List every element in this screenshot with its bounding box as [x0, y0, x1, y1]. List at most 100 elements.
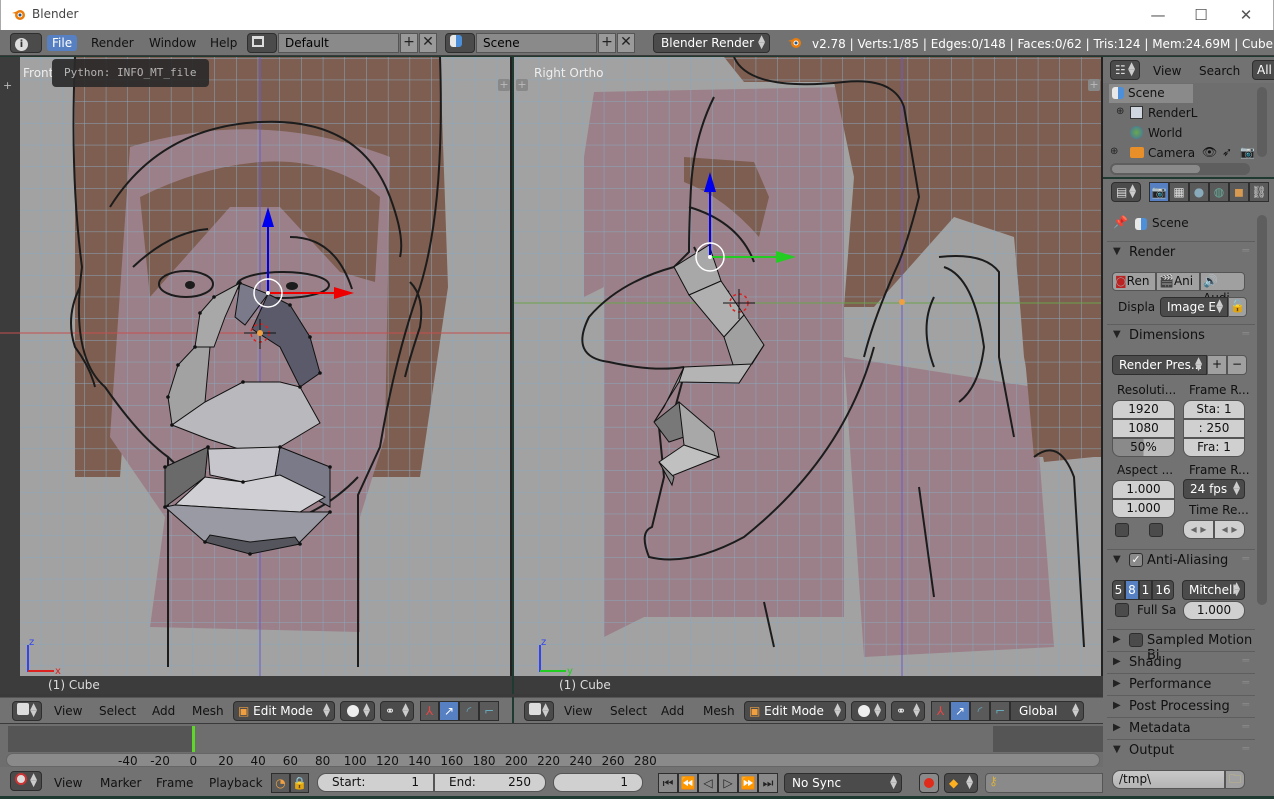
display-mode-dropdown[interactable]: Image E ▲ ▼ [1160, 297, 1228, 317]
panel-render-header[interactable]: ▼ Render ═ [1107, 241, 1255, 263]
resolution-y-field[interactable]: 1080 [1112, 419, 1175, 438]
add-preset-button[interactable]: + [1207, 355, 1227, 375]
outliner-row-scene[interactable]: Scene [1109, 84, 1193, 103]
scene-field[interactable]: Scene [476, 33, 597, 53]
mode-dropdown[interactable]: ▣ Edit Mode ▲ ▼ [233, 701, 335, 721]
editor-type-button[interactable]: ▲ ▼ [12, 701, 42, 721]
editor-type-button[interactable]: ▤ ▲ ▼ [1111, 182, 1141, 202]
jump-end-button[interactable]: ⏭ [758, 773, 778, 793]
keying-set-field[interactable]: ⚷ [985, 773, 1103, 793]
tab-object[interactable]: ◼ [1229, 182, 1249, 202]
menu-render[interactable]: Render [86, 35, 139, 51]
right-view-canvas[interactable]: z y [514, 57, 1103, 676]
scale-manipulator-button[interactable]: ⌐ [479, 701, 499, 721]
pin-icon[interactable]: 📌 [1113, 215, 1128, 229]
visibility-eye-icon[interactable]: 👁 [1202, 145, 1217, 159]
panel-sampled-motion-blur-header[interactable]: ▶ Sampled Motion Bl [1107, 629, 1255, 663]
viewport-front[interactable]: z x Front Python: INFO_MT_file + + [0, 57, 512, 676]
rotate-manipulator-button[interactable]: ◜ [970, 701, 990, 721]
audio-button[interactable]: 🔊Audi [1200, 272, 1245, 305]
animation-button[interactable]: 🎬Ani [1156, 272, 1200, 291]
browse-folder-button[interactable]: 🗀 [1225, 770, 1245, 789]
editor-type-button[interactable]: i ⇕ [10, 33, 42, 69]
resolution-x-field[interactable]: 1920 [1112, 400, 1175, 419]
tab-constraints[interactable]: ⛓ [1249, 182, 1269, 202]
menu-add[interactable]: Add [152, 704, 175, 718]
add-screen-button[interactable]: + [400, 33, 418, 53]
jump-start-button[interactable]: ⏮ [658, 773, 678, 793]
panel-performance-header[interactable]: ▶ Performance ═ [1107, 673, 1255, 695]
border-checkbox[interactable] [1115, 523, 1129, 537]
editor-type-button[interactable]: ☷ ▲ ▼ [1110, 60, 1140, 80]
screen-layout-field[interactable]: Default [278, 33, 399, 53]
menu-frame[interactable]: Frame [156, 776, 193, 790]
delete-screen-button[interactable]: ✕ [419, 33, 437, 53]
viewport-shading-dropdown[interactable]: ▲ ▼ [851, 701, 886, 721]
transform-orientation-dropdown[interactable]: Global ▲ ▼ [1010, 701, 1084, 721]
viewport-right-ortho[interactable]: z y Right Ortho + + [514, 57, 1103, 676]
aa-samples-5[interactable]: 5 [1112, 580, 1125, 600]
front-view-canvas[interactable]: z x [0, 57, 512, 676]
menu-view[interactable]: View [1153, 64, 1181, 78]
tab-render[interactable]: 📷 [1149, 182, 1169, 202]
outliner-horizontal-scrollbar[interactable] [1110, 163, 1250, 175]
frame-start-field[interactable]: Sta: 1 [1183, 400, 1245, 419]
anti-aliasing-checkbox[interactable]: ✓ [1129, 553, 1143, 567]
render-engine-dropdown[interactable]: Blender Render ▲ ▼ [653, 33, 770, 53]
menu-add[interactable]: Add [661, 704, 684, 718]
end-frame-field[interactable]: End: 250 [434, 773, 546, 792]
aspect-x-field[interactable]: 1.000 [1112, 480, 1175, 499]
menu-mesh[interactable]: Mesh [703, 704, 735, 718]
menu-marker[interactable]: Marker [100, 776, 141, 790]
panel-metadata-header[interactable]: ▶ Metadata ═ [1107, 717, 1255, 739]
toolshelf-toggle-icon[interactable]: + [516, 79, 528, 91]
outliner-row-world[interactable]: World [1109, 124, 1274, 143]
aa-samples-11[interactable]: 1 [1139, 580, 1152, 600]
outliner-row-camera[interactable]: ⊕ Camera 👁 ➶ 📷 [1109, 144, 1274, 163]
frame-rate-dropdown[interactable]: 24 fps ▲ ▼ [1183, 479, 1245, 499]
panel-post-processing-header[interactable]: ▶ Post Processing ═ [1107, 695, 1255, 717]
play-reverse-button[interactable]: ◁ [698, 773, 718, 793]
menu-window[interactable]: Window [144, 35, 201, 51]
prev-keyframe-button[interactable]: ⏪ [678, 773, 698, 793]
scene-icon-button[interactable] [445, 33, 475, 53]
next-keyframe-button[interactable]: ⏩ [738, 773, 758, 793]
translate-manipulator-button[interactable]: ↗ [439, 701, 459, 721]
current-frame-field[interactable]: 1 [553, 773, 643, 792]
renderability-camera-icon[interactable]: 📷 [1240, 145, 1255, 159]
menu-view[interactable]: View [564, 704, 592, 718]
panel-anti-aliasing-header[interactable]: ▼ ✓ Anti-Aliasing ═ [1107, 549, 1255, 571]
outliner-row-renderlayers[interactable]: ⊕ RenderL [1109, 104, 1274, 123]
scale-manipulator-button[interactable]: ⌐ [990, 701, 1010, 721]
minimize-button[interactable]: — [1147, 4, 1169, 26]
aa-filter-dropdown[interactable]: Mitchell ▲ ▼ [1182, 580, 1245, 600]
editor-type-button[interactable]: ▲ ▼ [524, 701, 554, 721]
menu-mesh[interactable]: Mesh [192, 704, 224, 718]
current-frame-indicator[interactable] [192, 726, 195, 752]
properties-toggle-icon[interactable]: + [498, 79, 510, 91]
use-preview-range-button[interactable]: ◔ [271, 773, 290, 793]
menu-playback[interactable]: Playback [209, 776, 263, 790]
menu-select[interactable]: Select [99, 704, 136, 718]
lock-interface-button[interactable]: 🔓 [1228, 297, 1247, 317]
menu-view[interactable]: View [54, 704, 82, 718]
editor-type-button[interactable]: ▲ ▼ [10, 771, 42, 791]
expand-icon[interactable]: ⊕ [1116, 106, 1124, 117]
menu-help[interactable]: Help [205, 35, 242, 51]
tab-world[interactable]: ◍ [1209, 182, 1229, 202]
play-button[interactable]: ▷ [718, 773, 738, 793]
tab-render-layers[interactable]: ▦ [1169, 182, 1189, 202]
menu-view[interactable]: View [54, 776, 82, 790]
mode-dropdown[interactable]: ▣ Edit Mode ▲ ▼ [744, 701, 846, 721]
outliner-vertical-scrollbar[interactable] [1257, 87, 1267, 157]
screen-layout-icon-button[interactable] [247, 33, 277, 53]
menu-search[interactable]: Search [1199, 64, 1240, 78]
close-button[interactable]: ✕ [1235, 4, 1257, 26]
sync-mode-dropdown[interactable]: No Sync ▲ ▼ [784, 773, 902, 793]
aa-samples-8[interactable]: 8 [1125, 580, 1139, 600]
frame-step-field[interactable]: Fra: 1 [1183, 438, 1245, 457]
timeline-editor[interactable]: -40 -20 0 20 40 60 80 100 120 140 160 180 200 220 240 2… [0, 723, 1103, 768]
full-sample-checkbox[interactable] [1115, 603, 1129, 617]
rotate-manipulator-button[interactable]: ◜ [459, 701, 479, 721]
properties-scrollbar[interactable] [1257, 215, 1267, 605]
